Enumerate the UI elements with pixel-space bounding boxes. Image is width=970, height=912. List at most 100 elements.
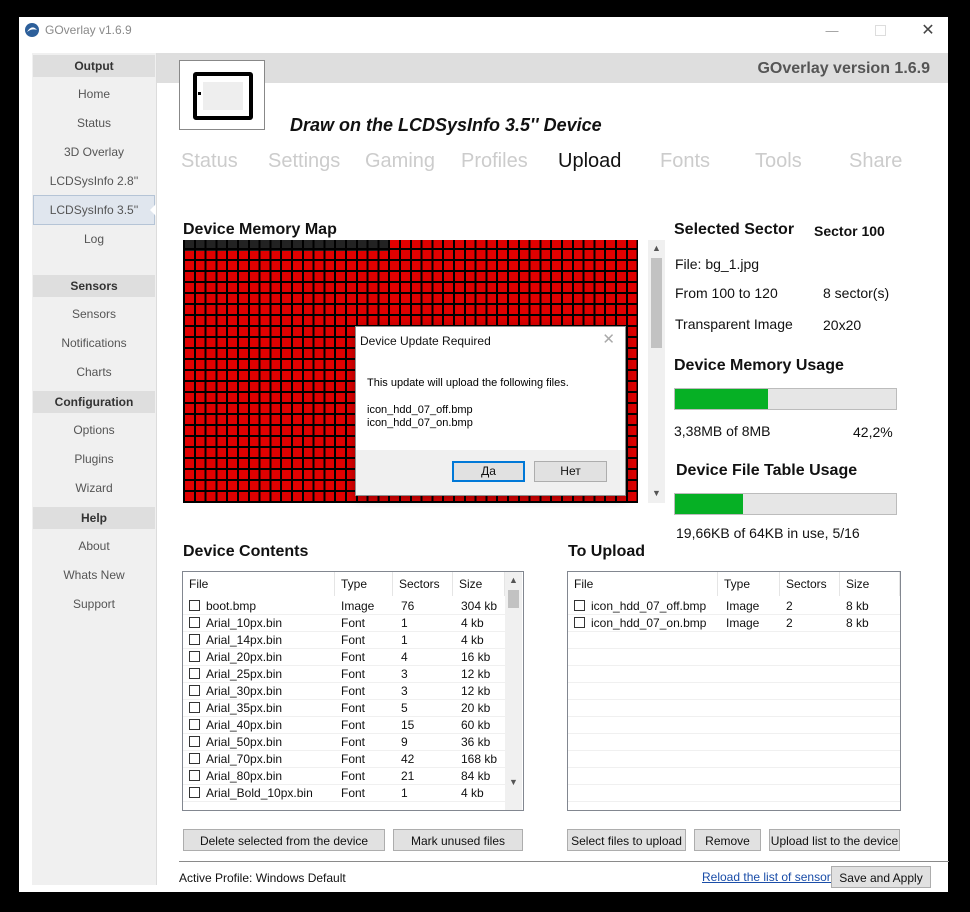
tab-gaming[interactable]: Gaming — [365, 150, 435, 173]
table-row[interactable]: Arial_50px.bin Font 9 36 kb — [183, 734, 505, 751]
transparent-image-label: Transparent Image — [675, 316, 793, 332]
cell-file: Arial_80px.bin — [206, 769, 283, 783]
dialog-yes-button[interactable]: Да — [452, 461, 525, 482]
maximize-button[interactable] — [857, 17, 903, 43]
row-checkbox[interactable] — [574, 617, 585, 628]
select-files-button[interactable]: Select files to upload — [567, 829, 686, 851]
table-row[interactable]: Arial_20px.bin Font 4 16 kb — [183, 649, 505, 666]
sidebar-item-lcdsysinfo-28[interactable]: LCDSysInfo 2.8'' — [33, 167, 155, 195]
row-checkbox[interactable] — [189, 787, 200, 798]
scroll-thumb[interactable] — [651, 258, 662, 348]
table-row[interactable]: Arial_10px.bin Font 1 4 kb — [183, 615, 505, 632]
sidebar-item-notifications[interactable]: Notifications — [33, 329, 155, 357]
row-checkbox[interactable] — [189, 685, 200, 696]
sidebar-item-lcdsysinfo-35[interactable]: LCDSysInfo 3.5'' — [33, 195, 156, 225]
table-row[interactable]: Arial_35px.bin Font 5 20 kb — [183, 700, 505, 717]
dialog-close-icon[interactable]: ✕ — [602, 330, 615, 348]
cell-file: Arial_40px.bin — [206, 718, 283, 732]
sidebar-item-about[interactable]: About — [33, 532, 155, 560]
column-header-size[interactable]: Size — [840, 572, 900, 596]
table-row[interactable]: boot.bmp Image 76 304 kb — [183, 598, 505, 615]
dialog-no-button[interactable]: Нет — [534, 461, 607, 482]
table-row[interactable]: Arial_14px.bin Font 1 4 kb — [183, 632, 505, 649]
scroll-thumb[interactable] — [508, 590, 519, 608]
remove-button[interactable]: Remove — [694, 829, 761, 851]
to-upload-title: To Upload — [568, 543, 646, 560]
sidebar-section-sensors: Sensors — [33, 275, 155, 297]
table-row[interactable]: Arial_80px.bin Font 21 84 kb — [183, 768, 505, 785]
cell-file: boot.bmp — [206, 599, 257, 613]
sidebar-item-3d-overlay[interactable]: 3D Overlay — [33, 138, 155, 166]
table-row[interactable]: icon_hdd_07_on.bmp Image 2 8 kb — [568, 615, 900, 632]
column-header-sectors[interactable]: Sectors — [393, 572, 453, 596]
column-header-type[interactable]: Type — [335, 572, 393, 596]
dialog-file-item: icon_hdd_07_on.bmp — [367, 417, 473, 429]
scroll-up-icon[interactable]: ▲ — [648, 243, 665, 253]
column-header-sectors[interactable]: Sectors — [780, 572, 840, 596]
row-checkbox[interactable] — [189, 668, 200, 679]
sidebar-item-options[interactable]: Options — [33, 416, 155, 444]
delete-selected-button[interactable]: Delete selected from the device — [183, 829, 385, 851]
sidebar-item-whats-new[interactable]: Whats New — [33, 561, 155, 589]
row-checkbox[interactable] — [189, 736, 200, 747]
row-checkbox[interactable] — [189, 600, 200, 611]
scroll-down-icon[interactable]: ▼ — [648, 488, 665, 498]
cell-sectors: 21 — [401, 769, 415, 783]
tab-bar: Status Settings Gaming Profiles Upload F… — [181, 150, 941, 178]
table-row[interactable]: Arial_30px.bin Font 3 12 kb — [183, 683, 505, 700]
tab-status[interactable]: Status — [181, 150, 238, 173]
sidebar-section-configuration: Configuration — [33, 391, 155, 413]
table-row[interactable]: Arial_40px.bin Font 15 60 kb — [183, 717, 505, 734]
scroll-down-icon[interactable]: ▼ — [505, 777, 522, 787]
cell-type: Font — [341, 718, 366, 732]
tab-upload[interactable]: Upload — [558, 150, 621, 173]
scroll-up-icon[interactable]: ▲ — [505, 575, 522, 585]
row-checkbox[interactable] — [189, 651, 200, 662]
sidebar-item-sensors[interactable]: Sensors — [33, 300, 155, 328]
minimize-button[interactable]: — — [809, 17, 855, 43]
column-header-file[interactable]: File — [568, 572, 718, 596]
table-row[interactable]: Arial_Bold_10px.bin Font 1 4 kb — [183, 785, 505, 802]
memory-map-scrollbar[interactable]: ▲ ▼ — [648, 240, 665, 503]
table-row[interactable]: icon_hdd_07_off.bmp Image 2 8 kb — [568, 598, 900, 615]
sidebar-item-home[interactable]: Home — [33, 80, 155, 108]
column-header-size[interactable]: Size — [453, 572, 505, 596]
row-checkbox[interactable] — [574, 600, 585, 611]
table-row[interactable]: Arial_25px.bin Font 3 12 kb — [183, 666, 505, 683]
maximize-icon — [874, 24, 886, 36]
upload-list-button[interactable]: Upload list to the device — [769, 829, 900, 851]
column-header-file[interactable]: File — [183, 572, 335, 596]
reload-sensors-link[interactable]: Reload the list of sensors — [702, 870, 837, 884]
sidebar-item-wizard[interactable]: Wizard — [33, 474, 155, 502]
memory-usage-title: Device Memory Usage — [674, 357, 844, 374]
tab-profiles[interactable]: Profiles — [461, 150, 528, 173]
sidebar-item-plugins[interactable]: Plugins — [33, 445, 155, 473]
to-upload-table: File Type Sectors Size icon_hdd_07_off.b… — [567, 571, 901, 811]
tab-share[interactable]: Share — [849, 150, 902, 173]
cell-size: 4 kb — [461, 616, 484, 630]
sidebar-item-status[interactable]: Status — [33, 109, 155, 137]
row-checkbox[interactable] — [189, 617, 200, 628]
row-checkbox[interactable] — [189, 719, 200, 730]
table-row[interactable]: Arial_70px.bin Font 42 168 kb — [183, 751, 505, 768]
tab-tools[interactable]: Tools — [755, 150, 802, 173]
sidebar-item-charts[interactable]: Charts — [33, 358, 155, 386]
cell-file: Arial_35px.bin — [206, 701, 283, 715]
device-contents-scrollbar[interactable]: ▲ ▼ — [505, 572, 522, 810]
cell-file: Arial_25px.bin — [206, 667, 283, 681]
close-button[interactable]: ✕ — [905, 17, 951, 43]
close-icon: ✕ — [921, 22, 935, 39]
sidebar-item-support[interactable]: Support — [33, 590, 155, 618]
cell-type: Font — [341, 650, 366, 664]
save-apply-button[interactable]: Save and Apply — [831, 866, 931, 888]
column-header-type[interactable]: Type — [718, 572, 780, 596]
tab-fonts[interactable]: Fonts — [660, 150, 710, 173]
row-checkbox[interactable] — [189, 770, 200, 781]
row-checkbox[interactable] — [189, 634, 200, 645]
cell-file: Arial_10px.bin — [206, 616, 283, 630]
mark-unused-button[interactable]: Mark unused files — [393, 829, 523, 851]
tab-settings[interactable]: Settings — [268, 150, 340, 173]
sidebar-item-log[interactable]: Log — [33, 225, 155, 253]
row-checkbox[interactable] — [189, 702, 200, 713]
row-checkbox[interactable] — [189, 753, 200, 764]
